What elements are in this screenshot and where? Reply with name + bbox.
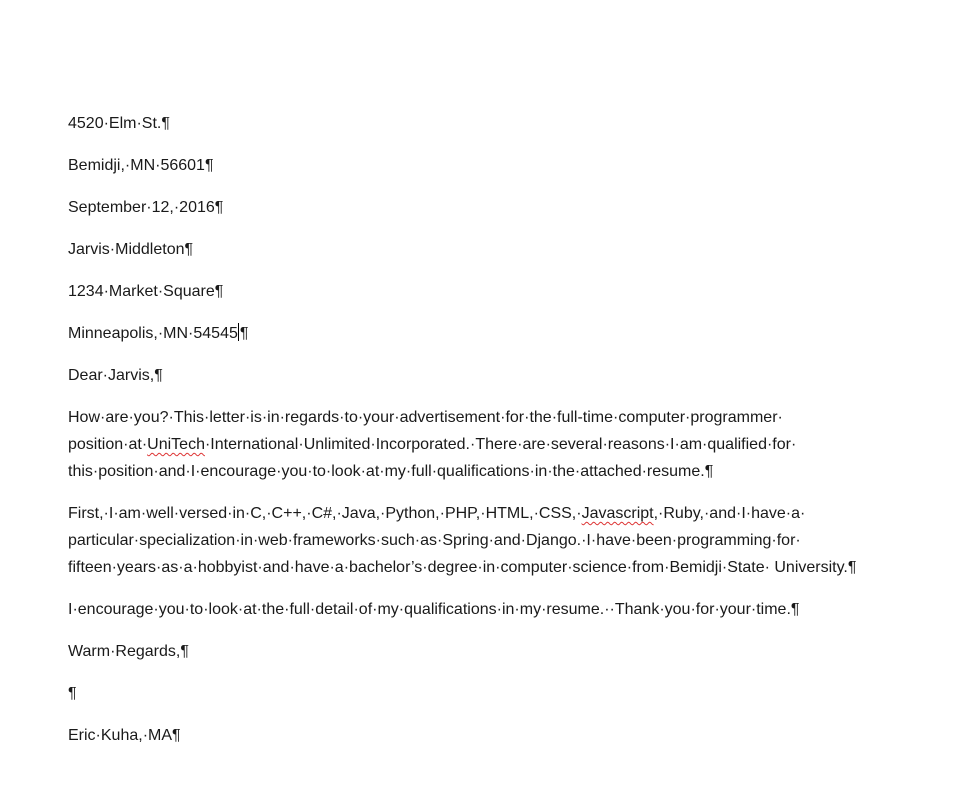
body-paragraph-3[interactable]: I·encourage·you·to·look·at·the·full·deta…	[68, 596, 938, 623]
body-paragraph-2[interactable]: First,·I·am·well·versed·in·C,·C++,·C#,·J…	[68, 500, 938, 581]
sender-city-line[interactable]: Bemidji,·MN·56601¶	[68, 152, 938, 179]
body2-text-a: First,·I·am·well·versed·in·C,·C++,·C#,·J…	[68, 505, 582, 522]
recipient-name-line[interactable]: Jarvis·Middleton¶	[68, 236, 938, 263]
salutation-line[interactable]: Dear·Jarvis,¶	[68, 362, 938, 389]
text-cursor	[237, 323, 239, 341]
recipient-city-mark: ¶	[239, 325, 249, 342]
misspelled-word-javascript[interactable]: Javascript	[582, 505, 654, 522]
date-line[interactable]: September·12,·2016¶	[68, 194, 938, 221]
closing-line[interactable]: Warm·Regards,¶	[68, 638, 938, 665]
misspelled-word-unitech[interactable]: UniTech	[147, 436, 205, 453]
recipient-street-line[interactable]: 1234·Market·Square¶	[68, 278, 938, 305]
sender-street-line[interactable]: 4520·Elm·St.¶	[68, 110, 938, 137]
recipient-city-line[interactable]: Minneapolis,·MN·54545 ¶	[68, 320, 938, 347]
body-paragraph-1[interactable]: How·are·you?·This·letter·is·in·regards·t…	[68, 404, 938, 485]
document-page[interactable]: 4520·Elm·St.¶ Bemidji,·MN·56601¶ Septemb…	[0, 0, 960, 806]
blank-line[interactable]: ¶	[68, 680, 938, 707]
recipient-city-text: Minneapolis,·MN·54545	[68, 325, 238, 342]
signature-line[interactable]: Eric·Kuha,·MA¶	[68, 722, 938, 749]
document-body[interactable]: 4520·Elm·St.¶ Bemidji,·MN·56601¶ Septemb…	[68, 110, 938, 764]
